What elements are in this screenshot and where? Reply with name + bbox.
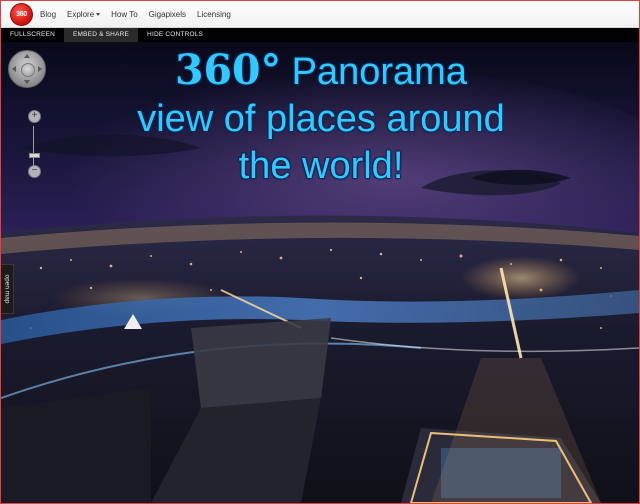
fullscreen-button[interactable]: FULLSCREEN — [1, 28, 64, 42]
pan-center-knob[interactable] — [21, 63, 35, 77]
headline-line-2: view of places around — [137, 98, 505, 140]
pan-left-arrow-icon[interactable] — [12, 66, 16, 72]
site-logo[interactable]: 360 — [10, 3, 33, 26]
headline-line-3: the world! — [238, 145, 404, 187]
nav-item-gigapixels[interactable]: Gigapixels — [149, 10, 186, 19]
headline-panorama: Panorama — [281, 51, 467, 93]
open-map-tab[interactable]: open map — [1, 264, 14, 314]
nav-item-licensing[interactable]: Licensing — [197, 10, 231, 19]
pan-control-wheel[interactable] — [8, 50, 46, 88]
pan-down-arrow-icon[interactable] — [24, 80, 30, 84]
nav-item-blog[interactable]: Blog — [40, 10, 56, 19]
top-navigation: 360 Blog Explore How To Gigapixels Licen… — [1, 1, 639, 28]
panorama-headline: 360° Panorama view of places around the … — [71, 47, 571, 190]
headline-line-1: 360° Panorama — [71, 47, 571, 96]
nav-links: Blog Explore How To Gigapixels Licensing — [40, 1, 231, 27]
chevron-down-icon — [96, 12, 101, 16]
headline-360: 360° — [175, 46, 282, 94]
zoom-in-button[interactable]: + — [28, 110, 41, 123]
pan-right-arrow-icon[interactable] — [38, 66, 42, 72]
pan-up-arrow-icon[interactable] — [24, 54, 30, 58]
nav-item-explore-label: Explore — [67, 9, 95, 19]
open-map-label: open map — [3, 274, 11, 304]
nav-item-explore[interactable]: Explore — [67, 9, 101, 19]
page-frame: 360 Blog Explore How To Gigapixels Licen… — [0, 0, 640, 504]
zoom-slider-track[interactable] — [33, 126, 34, 166]
embed-share-button[interactable]: EMBED & SHARE — [63, 28, 139, 42]
viewer-toolbar: FULLSCREEN EMBED & SHARE HIDE CONTROLS — [1, 28, 639, 42]
panorama-viewer[interactable]: FULLSCREEN EMBED & SHARE HIDE CONTROLS 3… — [1, 28, 639, 503]
hotspot-marker-icon[interactable] — [124, 314, 142, 329]
hide-controls-button[interactable]: HIDE CONTROLS — [138, 28, 212, 42]
nav-item-how-to[interactable]: How To — [111, 10, 138, 19]
zoom-slider-handle[interactable] — [29, 153, 40, 158]
zoom-out-button[interactable]: − — [28, 165, 41, 178]
